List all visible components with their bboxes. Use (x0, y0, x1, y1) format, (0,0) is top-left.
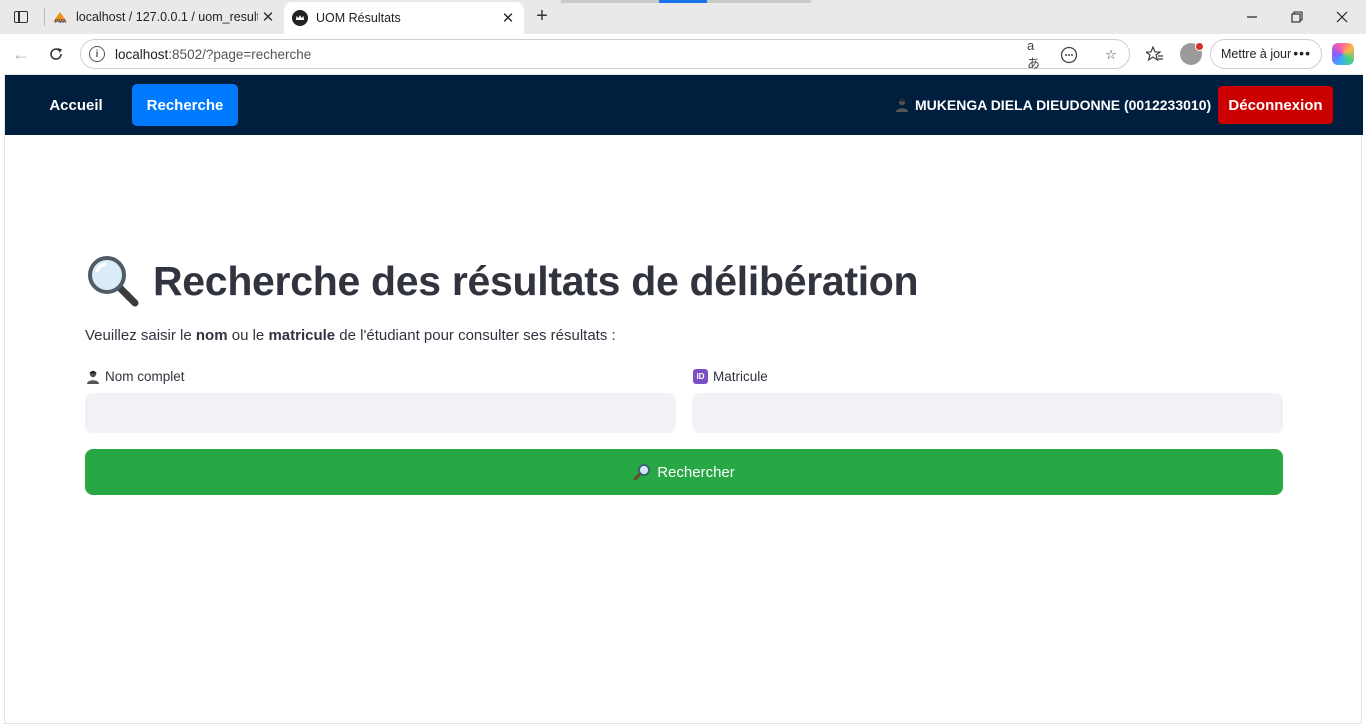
name-field-label: Nom complet (86, 369, 185, 384)
browser-toolbar: ← i localhost:8502/?page=recherche aあ ☆ … (0, 34, 1366, 74)
page-heading: Recherche des résultats de délibération (153, 257, 919, 304)
update-label: Mettre à jour (1221, 47, 1292, 61)
browser-tabstrip: PMA localhost / 127.0.0.1 / uom_resulta … (0, 0, 1366, 34)
restore-icon[interactable] (1281, 6, 1313, 28)
tab-actions-icon[interactable] (6, 4, 36, 30)
favorite-star-icon[interactable]: ☆ (1101, 45, 1121, 65)
magnifying-glass-icon (85, 253, 141, 309)
top-navbar: Accueil Recherche MUKENGA DIELA DIEUDONN… (5, 75, 1363, 135)
intro-text: Veuillez saisir le nom ou le matricule d… (85, 327, 616, 344)
matricule-input[interactable] (692, 393, 1283, 433)
more-tools-icon[interactable] (1059, 45, 1079, 65)
search-button-label: Rechercher (657, 463, 735, 481)
nav-recherche[interactable]: Recherche (132, 84, 238, 126)
back-icon[interactable]: ← (8, 41, 34, 67)
person-icon (895, 98, 909, 112)
svg-text:PMA: PMA (55, 19, 67, 24)
page-title: Recherche des résultats de délibération (85, 251, 919, 311)
reload-icon[interactable] (43, 41, 69, 67)
person-icon (86, 370, 100, 384)
name-input[interactable] (85, 393, 676, 433)
site-info-icon[interactable]: i (89, 46, 105, 62)
search-button[interactable]: Rechercher (85, 449, 1283, 495)
more-options-icon[interactable]: ••• (1293, 45, 1311, 61)
new-tab-icon[interactable]: + (530, 4, 554, 28)
tab-close-icon[interactable]: ✕ (258, 7, 278, 27)
app-page: Accueil Recherche MUKENGA DIELA DIEUDONN… (4, 74, 1363, 724)
phpmyadmin-icon: PMA (52, 9, 68, 25)
address-url: localhost:8502/?page=recherche (115, 46, 312, 62)
browser-tab-phpmyadmin[interactable]: PMA localhost / 127.0.0.1 / uom_resulta … (44, 2, 284, 32)
loading-indicator (561, 0, 811, 3)
matricule-field-label: ID Matricule (693, 369, 768, 384)
logout-button[interactable]: Déconnexion (1218, 86, 1333, 124)
user-name: MUKENGA DIELA DIEUDONNE (0012233010) (915, 97, 1212, 113)
profile-avatar[interactable] (1180, 42, 1204, 65)
streamlit-crown-icon (292, 10, 308, 26)
address-bar[interactable]: i localhost:8502/?page=recherche aあ ☆ (80, 38, 1130, 71)
read-aloud-icon[interactable]: aあ (1027, 38, 1047, 71)
tab-title: localhost / 127.0.0.1 / uom_resulta (76, 10, 258, 24)
id-badge-icon: ID (693, 369, 708, 384)
favorites-icon[interactable] (1142, 41, 1168, 67)
magnifying-glass-icon (633, 463, 651, 481)
tab-close-icon[interactable]: ✕ (498, 8, 518, 28)
nav-accueil[interactable]: Accueil (31, 84, 121, 126)
browser-tab-uom[interactable]: UOM Résultats ✕ (284, 2, 524, 34)
minimize-icon[interactable] (1236, 6, 1268, 28)
copilot-icon[interactable] (1332, 43, 1354, 65)
close-icon[interactable] (1326, 6, 1358, 28)
tab-title: UOM Résultats (316, 11, 401, 25)
current-user: MUKENGA DIELA DIEUDONNE (0012233010) (895, 94, 1211, 116)
update-browser-button[interactable]: Mettre à jour ••• (1210, 39, 1322, 69)
